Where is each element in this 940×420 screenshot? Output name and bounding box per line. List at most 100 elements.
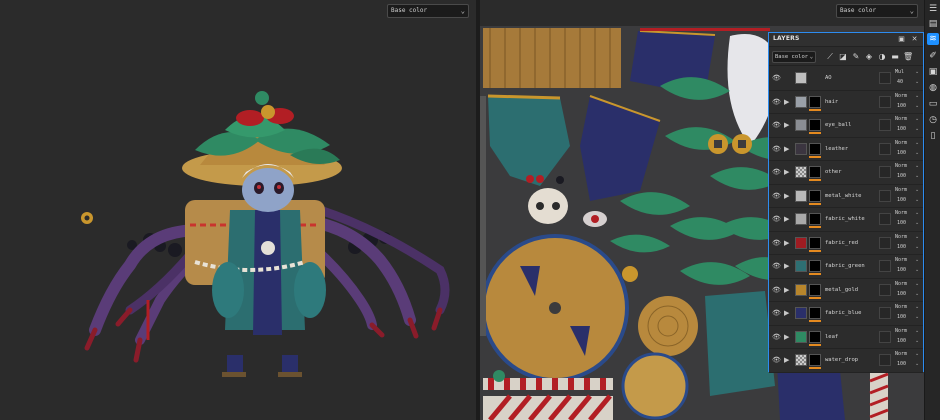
- layer-opacity[interactable]: 100: [897, 220, 906, 226]
- folder-expand-icon[interactable]: ▶: [784, 192, 793, 200]
- chevron-down-icon[interactable]: ⌄: [915, 93, 919, 99]
- layer-name[interactable]: water_drop: [825, 357, 858, 363]
- layer-opacity[interactable]: 100: [897, 173, 906, 179]
- add-smart-material-icon[interactable]: ◑: [877, 51, 887, 62]
- layer-opacity[interactable]: 100: [897, 150, 906, 156]
- layer-opacity[interactable]: 40: [897, 79, 903, 85]
- layer-slot[interactable]: [879, 283, 891, 296]
- chevron-down-icon[interactable]: ⌄: [915, 150, 919, 156]
- chevron-down-icon[interactable]: ⌄: [915, 234, 919, 240]
- chevron-down-icon[interactable]: ⌄: [915, 197, 919, 203]
- visibility-eye-icon[interactable]: 👁: [772, 145, 781, 153]
- chevron-down-icon[interactable]: ⌄: [915, 314, 919, 320]
- chevron-down-icon[interactable]: ⌄: [915, 291, 919, 297]
- layer-name[interactable]: eye_ball: [825, 122, 852, 128]
- blend-mode[interactable]: Norm: [895, 93, 907, 99]
- chevron-down-icon[interactable]: ⌄: [915, 140, 919, 146]
- layer-mask-thumbnail[interactable]: [809, 189, 821, 202]
- visibility-eye-icon[interactable]: 👁: [772, 168, 781, 176]
- folder-expand-icon[interactable]: ▶: [784, 121, 793, 129]
- layer-name[interactable]: AO: [825, 75, 832, 81]
- layer-row[interactable]: 👁 ▶ hair Norm ⌄ 100 ⌄: [769, 90, 923, 114]
- chevron-down-icon[interactable]: ⌄: [915, 351, 919, 357]
- layer-slot[interactable]: [879, 166, 891, 178]
- visibility-eye-icon[interactable]: 👁: [772, 121, 781, 129]
- layers-icon[interactable]: ≋: [927, 33, 939, 45]
- log-icon[interactable]: ▯: [927, 130, 939, 142]
- undock-icon[interactable]: ▣: [897, 35, 906, 44]
- visibility-eye-icon[interactable]: 👁: [772, 356, 781, 364]
- layer-mask-thumbnail[interactable]: [809, 142, 821, 155]
- add-folder-icon[interactable]: ▬: [890, 51, 900, 62]
- visibility-eye-icon[interactable]: 👁: [772, 309, 781, 317]
- chevron-down-icon[interactable]: ⌄: [915, 79, 919, 85]
- visibility-eye-icon[interactable]: 👁: [772, 215, 781, 223]
- layer-opacity[interactable]: 100: [897, 314, 906, 320]
- chevron-down-icon[interactable]: ⌄: [915, 361, 919, 367]
- blend-mode[interactable]: Norm: [895, 234, 907, 240]
- chevron-down-icon[interactable]: ⌄: [915, 103, 919, 109]
- folder-expand-icon[interactable]: ▶: [784, 239, 793, 247]
- viewport-3d[interactable]: Base color ⌄: [0, 0, 476, 420]
- visibility-eye-icon[interactable]: 👁: [772, 333, 781, 341]
- visibility-eye-icon[interactable]: 👁: [772, 262, 781, 270]
- layer-name[interactable]: other: [825, 169, 842, 175]
- folder-expand-icon[interactable]: ▶: [784, 333, 793, 341]
- layer-slot[interactable]: [879, 236, 891, 249]
- texture-set-list-icon[interactable]: ☰: [927, 3, 939, 15]
- layer-slot[interactable]: [879, 72, 891, 84]
- layer-mask-thumbnail[interactable]: [809, 260, 821, 272]
- chevron-down-icon[interactable]: ⌄: [915, 116, 919, 122]
- blend-mode[interactable]: Norm: [895, 328, 907, 334]
- chevron-down-icon[interactable]: ⌄: [915, 338, 919, 344]
- add-mask-icon[interactable]: ◪: [838, 51, 848, 62]
- blend-mode[interactable]: Norm: [895, 140, 907, 146]
- display-settings-icon[interactable]: ▣: [927, 66, 939, 78]
- blend-mode[interactable]: Norm: [895, 351, 907, 357]
- layer-row[interactable]: 👁 ▶ leaf Norm ⌄ 100 ⌄: [769, 325, 923, 349]
- layer-row[interactable]: 👁 ▶ fabric_red Norm ⌄ 100 ⌄: [769, 231, 923, 255]
- layer-opacity[interactable]: 100: [897, 361, 906, 367]
- visibility-eye-icon[interactable]: 👁: [772, 98, 781, 106]
- layer-name[interactable]: metal_gold: [825, 287, 858, 293]
- add-paint-layer-icon[interactable]: ✎: [851, 51, 861, 62]
- chevron-down-icon[interactable]: ⌄: [915, 187, 919, 193]
- texture-set-settings-icon[interactable]: ▤: [927, 18, 939, 30]
- history-icon[interactable]: ◷: [927, 114, 939, 126]
- folder-expand-icon[interactable]: ▶: [784, 356, 793, 364]
- layer-mask-thumbnail[interactable]: [809, 119, 821, 131]
- layer-row[interactable]: 👁 ▶ eye_ball Norm ⌄ 100 ⌄: [769, 114, 923, 138]
- layers-channel-select[interactable]: Base color ⌄: [772, 51, 816, 63]
- blend-mode[interactable]: Norm: [895, 304, 907, 310]
- layer-mask-thumbnail[interactable]: [809, 236, 821, 249]
- folder-expand-icon[interactable]: ▶: [784, 309, 793, 317]
- folder-expand-icon[interactable]: ▶: [784, 215, 793, 223]
- layer-slot[interactable]: [879, 95, 891, 108]
- layer-name[interactable]: metal_white: [825, 193, 861, 199]
- blend-mode[interactable]: Norm: [895, 281, 907, 287]
- layer-name[interactable]: fabric_red: [825, 240, 858, 246]
- layer-name[interactable]: fabric_green: [825, 263, 865, 269]
- folder-expand-icon[interactable]: ▶: [784, 262, 793, 270]
- folder-expand-icon[interactable]: ▶: [784, 286, 793, 294]
- layer-name[interactable]: leaf: [825, 334, 838, 340]
- chevron-down-icon[interactable]: ⌄: [915, 210, 919, 216]
- properties-icon[interactable]: ✐: [927, 50, 939, 62]
- blend-mode[interactable]: Norm: [895, 210, 907, 216]
- layer-opacity[interactable]: 100: [897, 126, 906, 132]
- visibility-eye-icon[interactable]: 👁: [772, 286, 781, 294]
- layer-slot[interactable]: [879, 119, 891, 131]
- chevron-down-icon[interactable]: ⌄: [915, 244, 919, 250]
- chevron-down-icon[interactable]: ⌄: [915, 173, 919, 179]
- layer-slot[interactable]: [879, 307, 891, 319]
- folder-expand-icon[interactable]: ▶: [784, 98, 793, 106]
- shader-settings-icon[interactable]: ◍: [927, 82, 939, 94]
- layer-mask-thumbnail[interactable]: [809, 166, 821, 178]
- blend-mode[interactable]: Norm: [895, 187, 907, 193]
- layer-name[interactable]: fabric_white: [825, 216, 865, 222]
- layer-mask-thumbnail[interactable]: [809, 330, 821, 343]
- blend-mode[interactable]: Mul: [895, 69, 904, 75]
- layer-opacity[interactable]: 100: [897, 103, 906, 109]
- visibility-eye-icon[interactable]: 👁: [772, 192, 781, 200]
- add-fill-layer-icon[interactable]: ◈: [864, 51, 874, 62]
